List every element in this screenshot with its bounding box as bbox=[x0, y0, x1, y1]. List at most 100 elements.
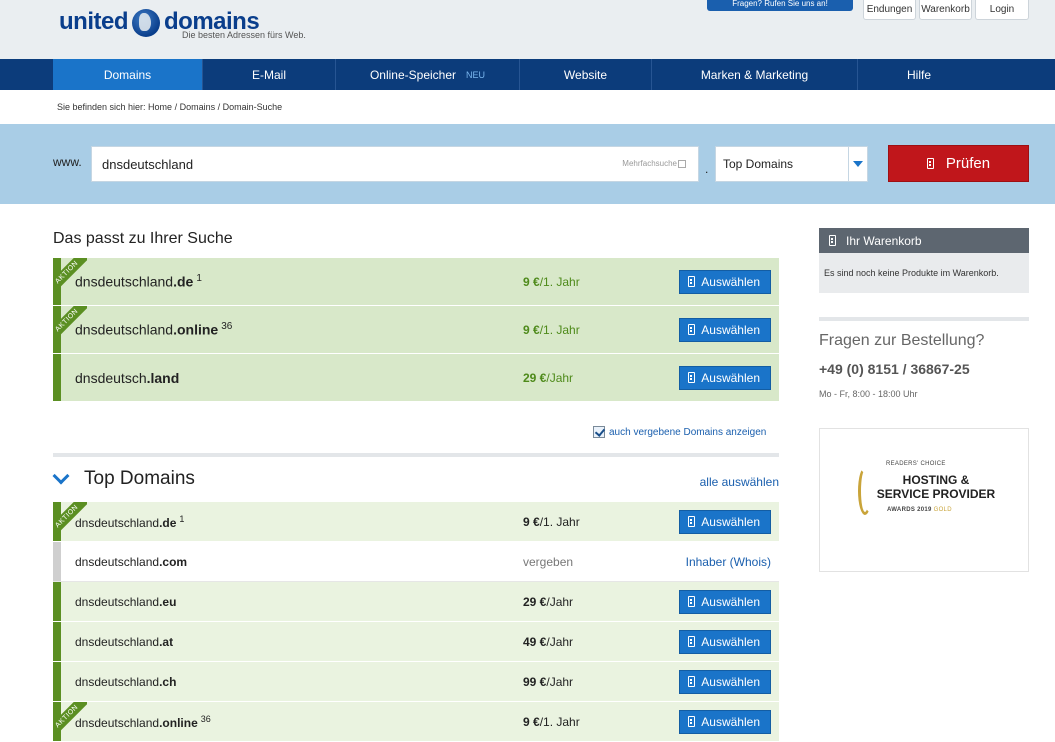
support-hours: Mo - Fr, 8:00 - 18:00 Uhr bbox=[819, 389, 918, 399]
cart-icon bbox=[688, 372, 696, 383]
footnote-mark: 36 bbox=[221, 321, 233, 333]
domain-sld: dnsdeutschland bbox=[75, 515, 160, 530]
price-unit: /1. Jahr bbox=[539, 714, 580, 729]
domain-search-input[interactable]: dnsdeutschland Mehrfachsuche bbox=[91, 146, 699, 182]
footnote-mark: 36 bbox=[200, 713, 211, 724]
login-button[interactable]: Login bbox=[975, 0, 1029, 20]
top-domains-list: AKTION dnsdeutschland.de 1 9 €/1. Jahr Au… bbox=[53, 502, 779, 742]
cart-icon bbox=[688, 276, 696, 287]
domain-name: dnsdeutschland.online 36 bbox=[75, 321, 232, 338]
status-bar bbox=[53, 582, 61, 621]
price-unit: /Jahr bbox=[546, 634, 574, 649]
price-value: 9 € bbox=[523, 322, 540, 337]
award-year: AWARDS 2019 GOLD bbox=[887, 507, 952, 513]
laurel-left-icon bbox=[858, 467, 872, 515]
select-all-link[interactable]: alle auswählen bbox=[700, 475, 779, 489]
cart-icon bbox=[829, 235, 836, 246]
select-button[interactable]: Auswählen bbox=[679, 669, 771, 694]
price-value: 99 € bbox=[523, 674, 547, 689]
show-taken-checkbox[interactable] bbox=[593, 426, 605, 438]
select-button[interactable]: Auswählen bbox=[679, 365, 771, 390]
domain-sld: dnsdeutschland bbox=[75, 634, 160, 649]
tagline: Die besten Adressen fürs Web. bbox=[182, 30, 306, 40]
show-taken-toggle[interactable]: auch vergebene Domains anzeigen bbox=[593, 426, 766, 438]
select-button[interactable]: Auswählen bbox=[679, 269, 771, 294]
domain-name: dnsdeutschland.de 1 bbox=[75, 514, 184, 530]
domain-name: dnsdeutschland.com bbox=[75, 555, 187, 569]
tld-dot: . bbox=[705, 162, 709, 176]
select-button[interactable]: Auswählen bbox=[679, 709, 771, 734]
domain-price: 49 €/Jahr bbox=[523, 635, 573, 649]
award-readers-choice: READERS' CHOICE bbox=[886, 461, 946, 467]
status-bar bbox=[53, 542, 61, 581]
domain-price: 29 €/Jahr bbox=[523, 595, 573, 609]
cart-icon bbox=[688, 324, 696, 335]
chevron-down-icon[interactable] bbox=[848, 147, 867, 181]
domain-price: 29 €/Jahr bbox=[523, 371, 573, 385]
domain-name: dnsdeutschland.ch bbox=[75, 675, 176, 689]
domain-tld: .online bbox=[173, 321, 219, 338]
multi-search-toggle[interactable]: Mehrfachsuche bbox=[622, 159, 686, 168]
domain-sld: dnsdeutschland bbox=[75, 674, 160, 689]
domain-tld: .at bbox=[159, 634, 174, 649]
footnote-mark: 1 bbox=[196, 273, 202, 285]
new-badge: NEU bbox=[466, 69, 486, 80]
domain-sld: dnsdeutsch bbox=[75, 369, 147, 386]
award-badge: READERS' CHOICE HOSTING & SERVICE PROVIDE… bbox=[819, 428, 1029, 572]
match-row: AKTION dnsdeutschland.online 36 9 €/1. Ja… bbox=[53, 306, 779, 354]
cart-empty-message: Es sind noch keine Produkte im Warenkorb… bbox=[819, 253, 1029, 293]
cart-icon bbox=[688, 516, 696, 527]
domain-sld: dnsdeutschland bbox=[75, 321, 174, 338]
nav-email[interactable]: E-Mail bbox=[203, 59, 336, 90]
select-label: Auswählen bbox=[701, 634, 760, 649]
tld-select[interactable]: Top Domains bbox=[715, 146, 868, 182]
whois-link[interactable]: Inhaber (Whois) bbox=[686, 555, 771, 569]
endungen-button[interactable]: Endungen bbox=[863, 0, 916, 20]
nav-domains[interactable]: Domains bbox=[53, 59, 203, 90]
status-bar bbox=[53, 622, 61, 661]
promo-banner[interactable]: Fragen? Rufen Sie uns an! bbox=[707, 0, 853, 11]
cart-header[interactable]: Ihr Warenkorb bbox=[819, 228, 1029, 253]
select-button[interactable]: Auswählen bbox=[679, 509, 771, 534]
show-taken-label: auch vergebene Domains anzeigen bbox=[609, 426, 767, 438]
match-row: dnsdeutsch.land 29 €/Jahr Auswählen bbox=[53, 354, 779, 402]
chevron-down-icon[interactable] bbox=[52, 467, 70, 485]
pruefen-button[interactable]: Prüfen bbox=[888, 145, 1029, 182]
globe-icon bbox=[132, 9, 160, 37]
domain-sld: dnsdeutschland bbox=[75, 273, 174, 290]
nav-online-speicher[interactable]: Online-Speicher NEU bbox=[336, 59, 520, 90]
select-label: Auswählen bbox=[701, 370, 760, 385]
domain-price: 9 €/1. Jahr bbox=[523, 323, 580, 337]
sidebar: Ihr Warenkorb Es sind noch keine Produkt… bbox=[819, 228, 1029, 572]
domain-name: dnsdeutschland.online 36 bbox=[75, 714, 211, 730]
select-button[interactable]: Auswählen bbox=[679, 589, 771, 614]
nav-marken-marketing[interactable]: Marken & Marketing bbox=[652, 59, 858, 90]
domain-price: 99 €/Jahr bbox=[523, 675, 573, 689]
price-unit: /Jahr bbox=[546, 370, 574, 385]
domain-name: dnsdeutschland.at bbox=[75, 635, 173, 649]
nav-website[interactable]: Website bbox=[520, 59, 652, 90]
top-domain-row: AKTION dnsdeutschland.de 1 9 €/1. Jahr Au… bbox=[53, 502, 779, 542]
price-unit: /1. Jahr bbox=[539, 514, 580, 529]
domain-tld: .eu bbox=[159, 594, 177, 609]
top-domains-title[interactable]: Top Domains bbox=[84, 468, 195, 490]
price-unit: /Jahr bbox=[546, 674, 574, 689]
domain-name: dnsdeutsch.land bbox=[75, 370, 179, 386]
award-line1: HOSTING & bbox=[902, 473, 970, 487]
select-button[interactable]: Auswählen bbox=[679, 629, 771, 654]
domain-name: dnsdeutschland.de 1 bbox=[75, 273, 202, 290]
logo-text-left: united bbox=[59, 8, 129, 35]
multi-search-checkbox[interactable] bbox=[678, 159, 686, 168]
domain-price: 9 €/1. Jahr bbox=[523, 715, 580, 729]
select-button[interactable]: Auswählen bbox=[679, 317, 771, 342]
price-value: 9 € bbox=[523, 714, 540, 729]
footnote-mark: 1 bbox=[179, 513, 185, 524]
support-phone[interactable]: +49 (0) 8151 / 36867-25 bbox=[819, 361, 1029, 377]
select-label: Auswählen bbox=[701, 274, 760, 289]
domain-tld: .de bbox=[173, 273, 194, 290]
domain-sld: dnsdeutschland bbox=[75, 554, 160, 569]
nav-hilfe[interactable]: Hilfe bbox=[858, 59, 980, 90]
top-domain-row: dnsdeutschland.at 49 €/Jahr Auswählen bbox=[53, 622, 779, 662]
warenkorb-button[interactable]: Warenkorb bbox=[919, 0, 972, 20]
select-label: Auswählen bbox=[701, 674, 760, 689]
